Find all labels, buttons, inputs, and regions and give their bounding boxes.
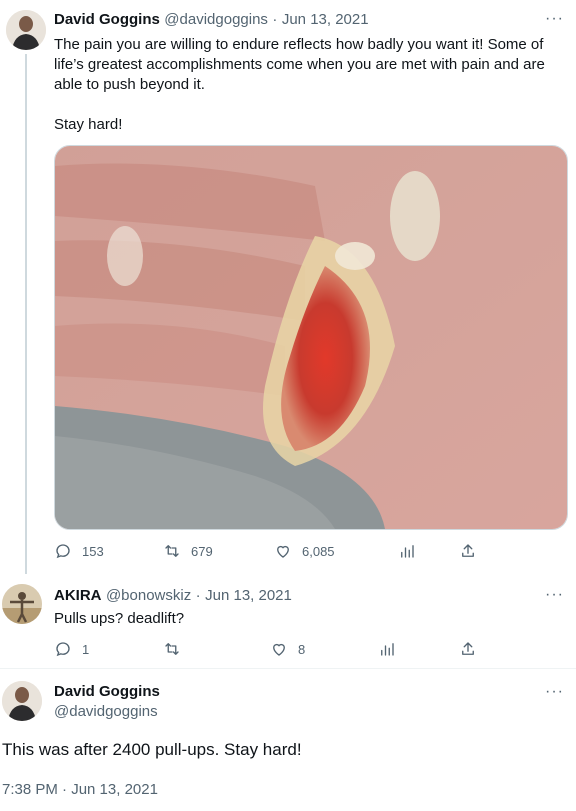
- tweet-photo[interactable]: [54, 145, 568, 530]
- tweet-text: This was after 2400 pull-ups. Stay hard!: [2, 740, 302, 759]
- share-button[interactable]: [459, 640, 477, 658]
- separator: ·: [272, 11, 278, 28]
- avatar-david-goggins[interactable]: [6, 10, 46, 50]
- thread-connector: [25, 54, 27, 574]
- analytics-button[interactable]: [378, 640, 396, 658]
- tweet-text-line: Stay hard!: [54, 116, 123, 133]
- analytics-icon: [381, 643, 394, 656]
- analytics-button[interactable]: [398, 542, 416, 560]
- tweet-reply[interactable]: AKIRA @bonowskiz · Jun 13, 2021 ··· Pull…: [0, 572, 576, 669]
- heart-icon: [277, 545, 289, 558]
- reply-button[interactable]: 153: [54, 542, 104, 560]
- tweet-text-line: able to push beyond it.: [54, 76, 205, 93]
- tweet-date[interactable]: Jun 13, 2021: [282, 11, 369, 28]
- author-name[interactable]: David Goggins: [54, 11, 160, 28]
- reply-count: 153: [82, 543, 104, 559]
- share-icon: [462, 544, 474, 557]
- reply-icon: [56, 642, 70, 657]
- like-button[interactable]: 8: [270, 640, 305, 658]
- author-name[interactable]: AKIRA: [54, 587, 102, 604]
- share-button[interactable]: [459, 542, 477, 560]
- reply-button[interactable]: 1: [54, 640, 89, 658]
- retweet-icon: [165, 643, 179, 655]
- tweet-text-line: The pain you are willing to endure refle…: [54, 36, 544, 53]
- avatar-akira[interactable]: [2, 584, 42, 624]
- analytics-icon: [401, 545, 414, 558]
- author-handle[interactable]: @davidgoggins: [164, 11, 268, 28]
- like-count: 6,085: [302, 543, 335, 559]
- author-name[interactable]: David Goggins: [54, 683, 160, 700]
- retweet-button[interactable]: 679: [163, 542, 213, 560]
- like-count: 8: [298, 641, 306, 657]
- avatar-david-goggins[interactable]: [2, 681, 42, 721]
- tweet-date[interactable]: Jun 13, 2021: [205, 587, 292, 604]
- tweet-text-line: life’s greatest accomplishments come whe…: [54, 56, 545, 73]
- retweet-count: 679: [191, 543, 213, 559]
- like-button[interactable]: 6,085: [274, 542, 335, 560]
- more-dots-icon[interactable]: ···: [545, 10, 564, 28]
- author-handle[interactable]: @bonowskiz: [106, 587, 191, 604]
- tweet-focused[interactable]: David Goggins @davidgoggins ··· This was…: [0, 669, 576, 811]
- reply-count: 1: [82, 641, 90, 657]
- share-icon: [462, 642, 474, 655]
- retweet-icon: [165, 545, 179, 557]
- author-handle[interactable]: @davidgoggins: [54, 703, 158, 720]
- tweet-text: Pulls ups? deadlift?: [54, 610, 185, 627]
- retweet-button[interactable]: [163, 640, 181, 658]
- tweet-original[interactable]: David Goggins @davidgoggins · Jun 13, 20…: [0, 0, 576, 574]
- separator: ·: [195, 587, 201, 604]
- heart-icon: [273, 643, 285, 656]
- reply-icon: [56, 544, 70, 559]
- more-dots-icon[interactable]: ···: [545, 586, 564, 604]
- more-dots-icon[interactable]: ···: [545, 683, 564, 701]
- tweet-timestamp[interactable]: 7:38 PM · Jun 13, 2021: [2, 781, 158, 798]
